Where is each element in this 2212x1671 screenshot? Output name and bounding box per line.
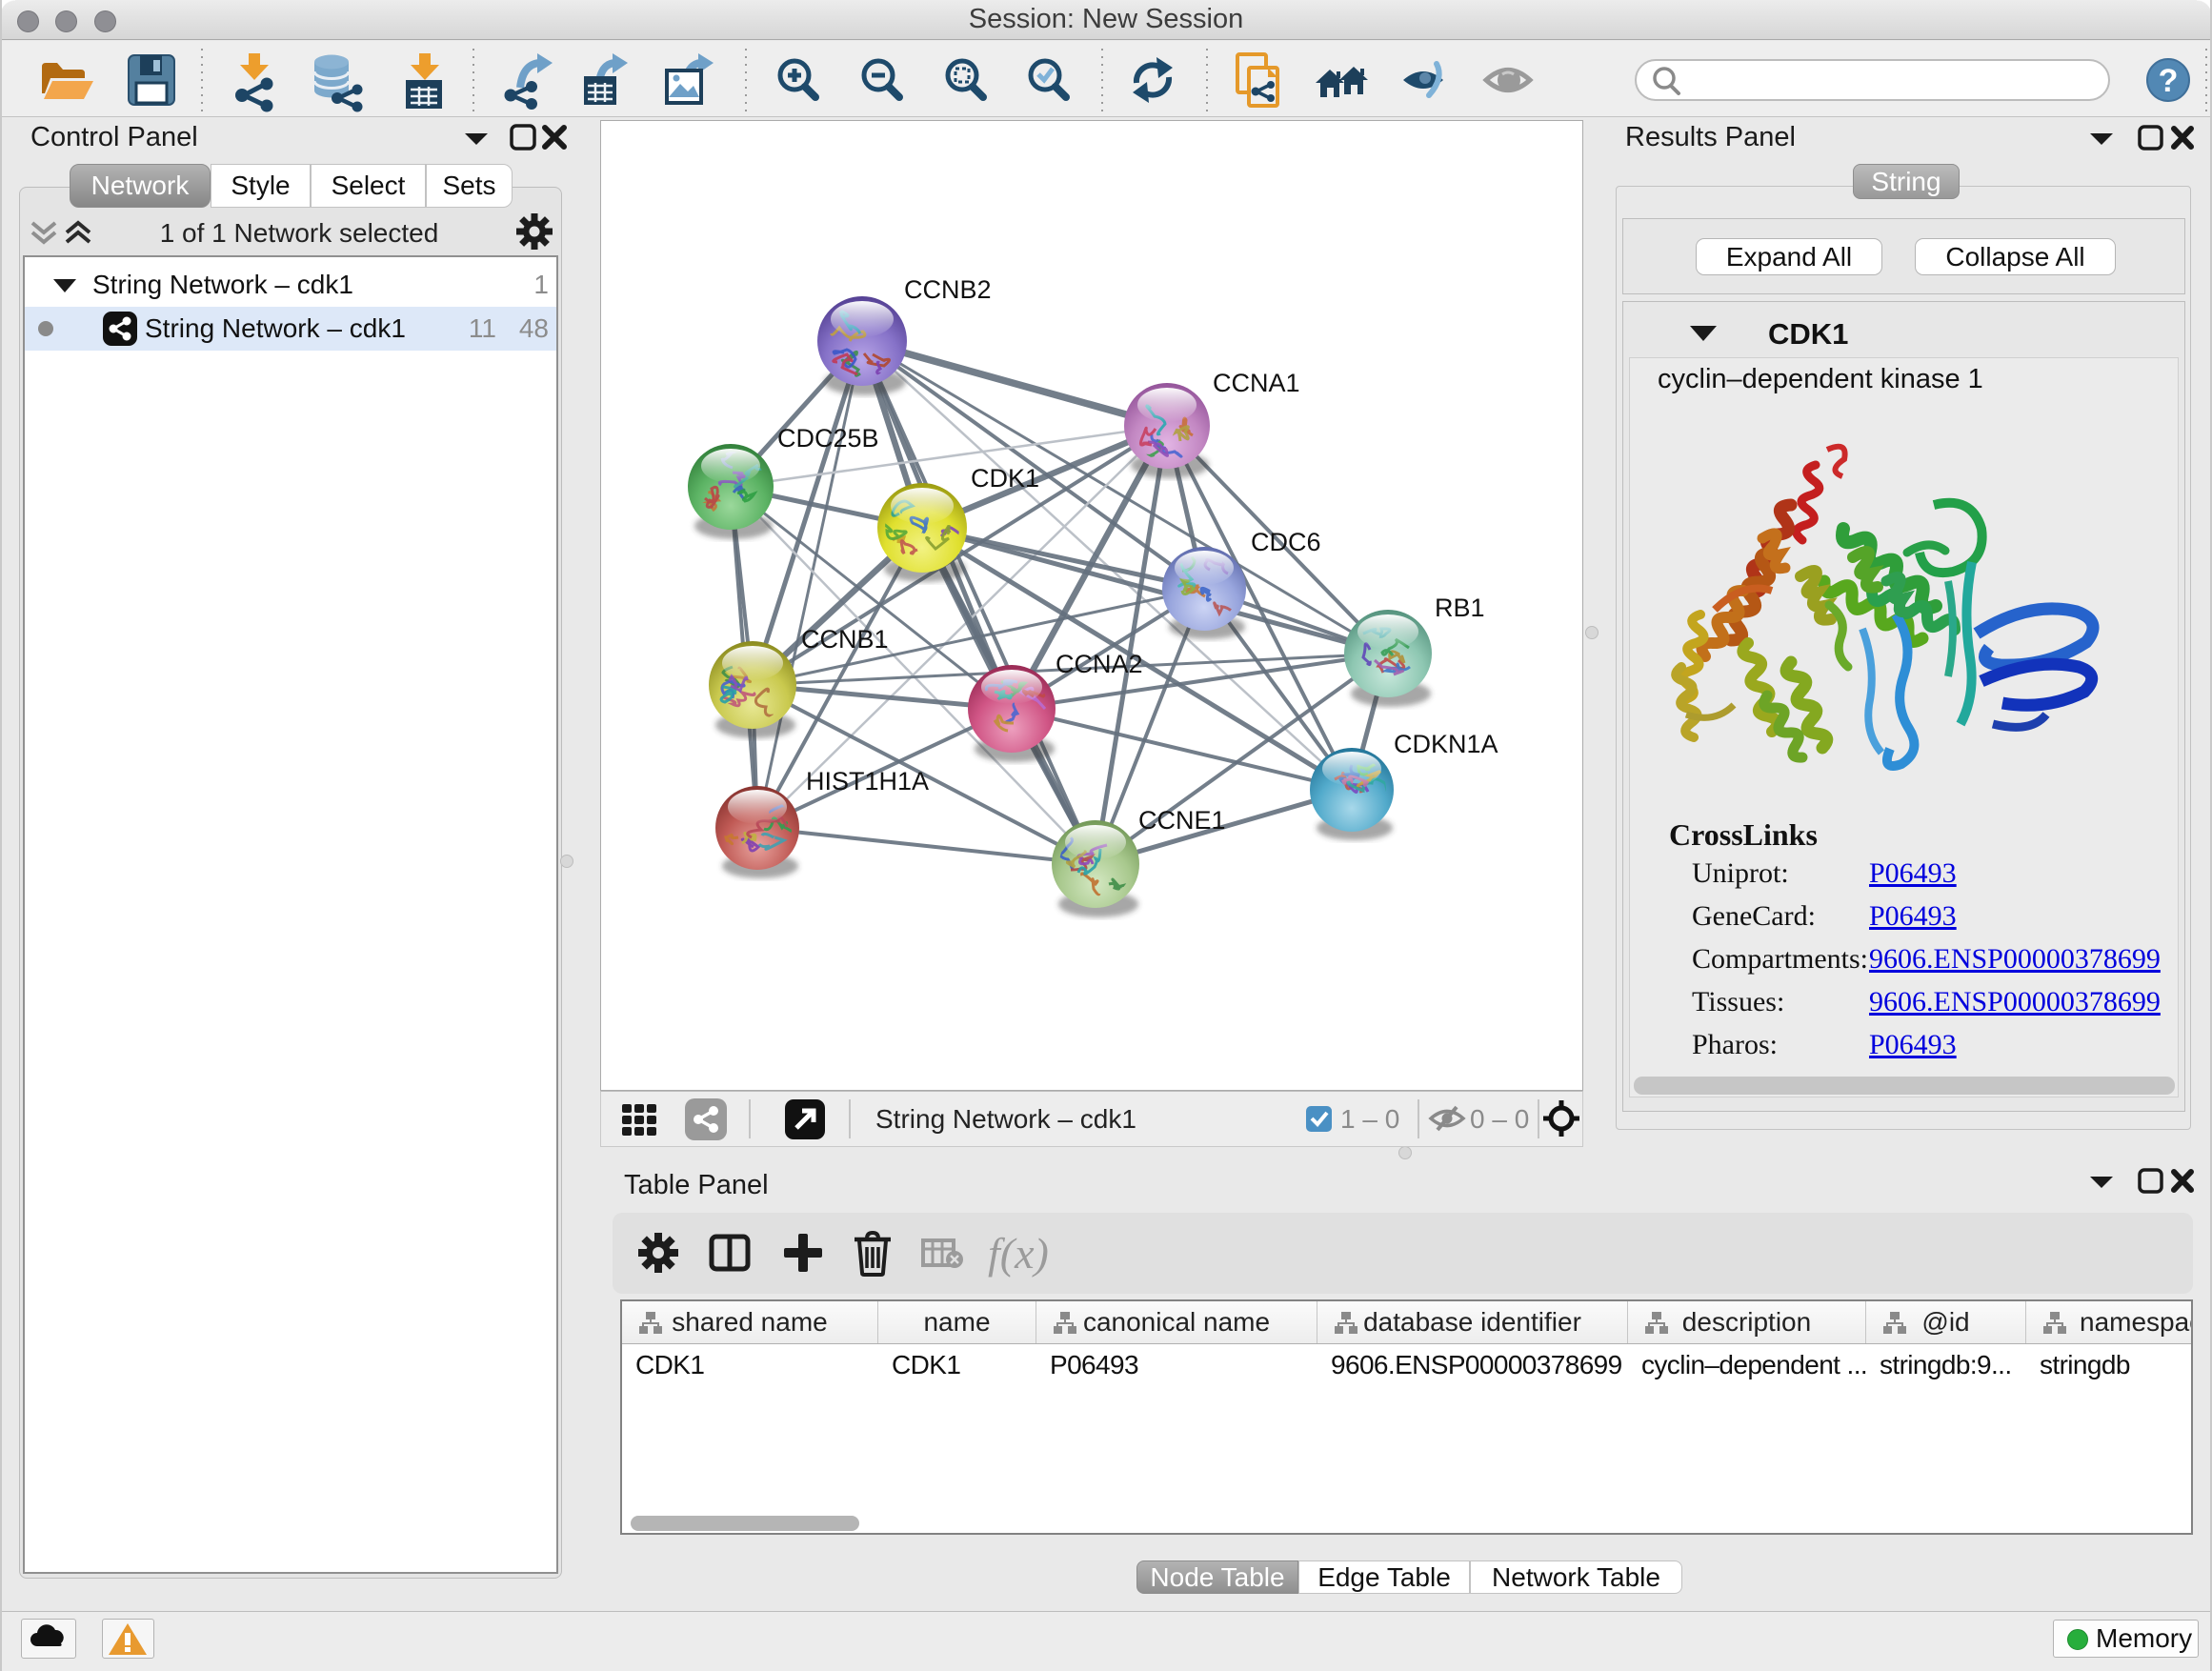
- svg-text:CDC6: CDC6: [1251, 528, 1321, 556]
- svg-text:CCNB1: CCNB1: [801, 625, 889, 654]
- svg-text:CCNA1: CCNA1: [1213, 369, 1300, 397]
- svg-text:HIST1H1A: HIST1H1A: [806, 767, 929, 795]
- svg-text:CDC25B: CDC25B: [777, 424, 879, 453]
- svg-text:String Network – cdk1: String Network – cdk1: [875, 1104, 1136, 1134]
- svg-text:f(x): f(x): [988, 1229, 1049, 1278]
- svg-text:CDK1: CDK1: [971, 464, 1039, 493]
- svg-text:RB1: RB1: [1435, 594, 1485, 622]
- svg-text:CDK1: CDK1: [1768, 317, 1848, 351]
- svg-text:?: ?: [2159, 63, 2179, 99]
- svg-text:CCNE1: CCNE1: [1138, 806, 1226, 835]
- svg-text:1 of 1 Network selected: 1 of 1 Network selected: [160, 218, 439, 248]
- svg-text:0 – 0: 0 – 0: [1470, 1104, 1529, 1134]
- svg-text:CCNB2: CCNB2: [904, 275, 992, 304]
- svg-text:CDKN1A: CDKN1A: [1394, 730, 1498, 758]
- svg-text:1 – 0: 1 – 0: [1340, 1104, 1399, 1134]
- svg-text:CCNA2: CCNA2: [1056, 650, 1143, 678]
